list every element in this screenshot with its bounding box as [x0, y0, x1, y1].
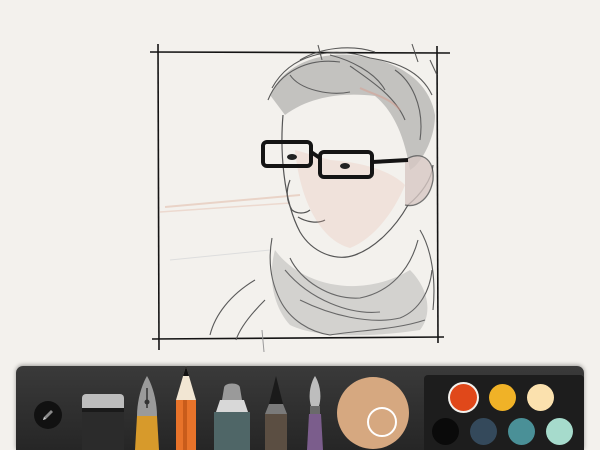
- color-palette: [424, 375, 584, 450]
- swatch-yellow[interactable]: [489, 384, 516, 411]
- drawing-canvas[interactable]: [0, 0, 600, 362]
- color-mixer-button[interactable]: [337, 377, 409, 449]
- swatch-red-orange[interactable]: [450, 384, 477, 411]
- fountain-pen-icon: [135, 376, 159, 450]
- pencil-icon: [43, 410, 53, 420]
- outline-pen-tool[interactable]: [261, 374, 291, 450]
- outline-pen-icon: [265, 376, 287, 450]
- tool-settings-button[interactable]: [34, 401, 62, 429]
- marker-tool[interactable]: [210, 378, 254, 450]
- swatch-cream[interactable]: [527, 384, 554, 411]
- swatch-teal[interactable]: [508, 418, 535, 445]
- eraser-icon: [82, 394, 124, 450]
- color-mixer-indicator: [367, 407, 397, 437]
- portrait-sketch: [149, 43, 451, 353]
- watercolor-brush-tool[interactable]: [304, 374, 326, 450]
- tool-tray: [16, 366, 584, 450]
- brush-icon: [307, 376, 323, 450]
- fountain-pen-tool[interactable]: [133, 374, 161, 450]
- swatch-slate[interactable]: [470, 418, 497, 445]
- swatch-black[interactable]: [432, 418, 459, 445]
- pencil-tool[interactable]: [174, 364, 198, 450]
- swatch-mint[interactable]: [546, 418, 573, 445]
- eraser-tool[interactable]: [80, 392, 126, 450]
- pencil-tool-icon: [176, 366, 196, 450]
- marker-icon: [214, 383, 250, 450]
